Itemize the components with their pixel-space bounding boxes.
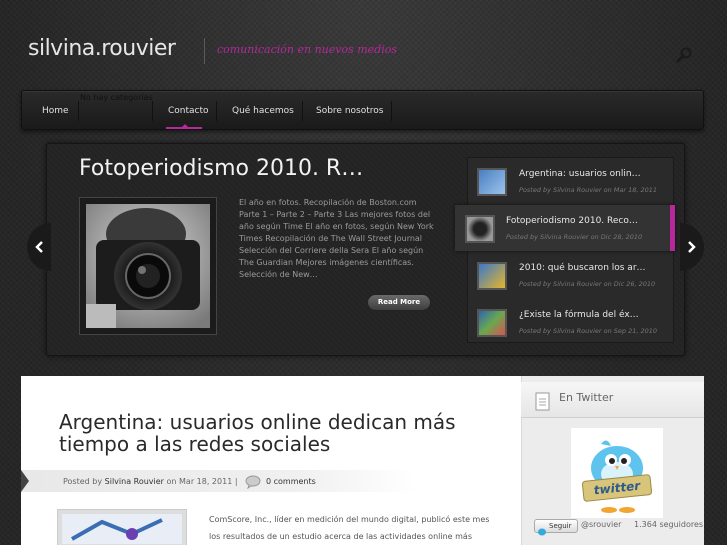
- post-excerpt: ComScore, Inc., líder en medición del mu…: [209, 515, 490, 541]
- nav-item-home[interactable]: Home: [38, 91, 73, 131]
- slider-thumbnails: Argentina: usuarios onlin… Posted by Sil…: [455, 157, 675, 345]
- read-more-button[interactable]: Read More: [367, 294, 431, 311]
- slider-thumb-item[interactable]: Argentina: usuarios onlin… Posted by Sil…: [468, 158, 675, 204]
- nav-separator: [152, 101, 153, 121]
- document-icon: [534, 392, 552, 412]
- slide-image[interactable]: [79, 197, 217, 335]
- nav-separator: [391, 101, 392, 121]
- thumb-meta: Posted by Silvina Rouvier on Dic 28, 201…: [506, 233, 643, 241]
- photographer-camera-image: [86, 204, 210, 328]
- sidebar-widget-title: En Twitter: [559, 391, 614, 404]
- post-comments-link[interactable]: 0 comments: [266, 477, 316, 486]
- post-date: Mar 18, 2011: [179, 477, 233, 486]
- thumb-meta: Posted by Silvina Rouvier on Mar 18, 201…: [519, 186, 658, 194]
- twitter-icon: [537, 521, 547, 536]
- map-thumbnail-image: [62, 514, 182, 544]
- meta-separator: |: [234, 477, 238, 486]
- site-tagline: comunicación en nuevos medios: [217, 43, 398, 56]
- nav-item-sobre-nosotros[interactable]: Sobre nosotros: [312, 91, 387, 131]
- comment-icon: [245, 474, 261, 490]
- thumb-meta: Posted by Silvina Rouvier on Sep 21, 201…: [519, 327, 658, 335]
- thumb-image: [477, 262, 507, 290]
- nav-separator: [78, 101, 79, 121]
- slider-next-button[interactable]: [680, 223, 704, 271]
- post-title[interactable]: Argentina: usuarios online dedican más t…: [59, 411, 499, 455]
- nav-categories-empty: No hay categorías: [80, 93, 153, 102]
- nav-separator: [302, 101, 303, 121]
- logo-divider: [204, 38, 205, 64]
- search-icon[interactable]: [676, 46, 694, 64]
- thumb-title: Fotoperiodismo 2010. Reco…: [506, 216, 638, 226]
- post-author-link[interactable]: Silvina Rouvier: [105, 477, 164, 486]
- thumb-image: [477, 309, 507, 337]
- slider-thumb-item[interactable]: 2010: qué buscaron los ar… Posted by Sil…: [468, 252, 675, 298]
- post-meta-arrow: [21, 470, 29, 492]
- chevron-right-icon: [688, 241, 696, 253]
- thumb-title: 2010: qué buscaron los ar…: [519, 263, 646, 273]
- slider-prev-button[interactable]: [27, 223, 51, 271]
- nav-active-underline: [166, 127, 202, 129]
- post-meta: Posted by Silvina Rouvier on Mar 18, 201…: [63, 477, 238, 486]
- chevron-left-icon: [35, 241, 43, 253]
- thumb-title: Argentina: usuarios onlin…: [519, 169, 641, 179]
- on-label: on: [166, 477, 177, 486]
- twitter-handle[interactable]: @srouvier: [581, 520, 621, 529]
- thumb-active-indicator: [670, 205, 675, 251]
- thumb-title: ¿Existe la fórmula del éx…: [519, 310, 639, 320]
- slide-title[interactable]: Fotoperiodismo 2010. R…: [79, 156, 363, 181]
- nav-item-que-hacemos[interactable]: Qué hacemos: [228, 91, 298, 131]
- thumb-image: [465, 215, 495, 243]
- slide-excerpt: El año en fotos. Recopilación de Boston.…: [239, 198, 434, 279]
- slider-thumb-item-active[interactable]: Fotoperiodismo 2010. Reco… Posted by Sil…: [455, 205, 675, 251]
- twitter-bird-logo[interactable]: twitter: [571, 428, 663, 518]
- posted-by-label: Posted by: [63, 477, 103, 486]
- site-logo[interactable]: silvina.rouvier: [28, 36, 176, 61]
- post-thumbnail[interactable]: [57, 509, 187, 545]
- twitter-follower-count: 1.364 seguidores: [634, 520, 704, 529]
- thumb-meta: Posted by Silvina Rouvier on Dic 26, 201…: [519, 280, 656, 288]
- slider-thumb-item[interactable]: ¿Existe la fórmula del éx… Posted by Sil…: [468, 299, 675, 345]
- nav-separator: [216, 101, 217, 121]
- thumb-image: [477, 168, 507, 196]
